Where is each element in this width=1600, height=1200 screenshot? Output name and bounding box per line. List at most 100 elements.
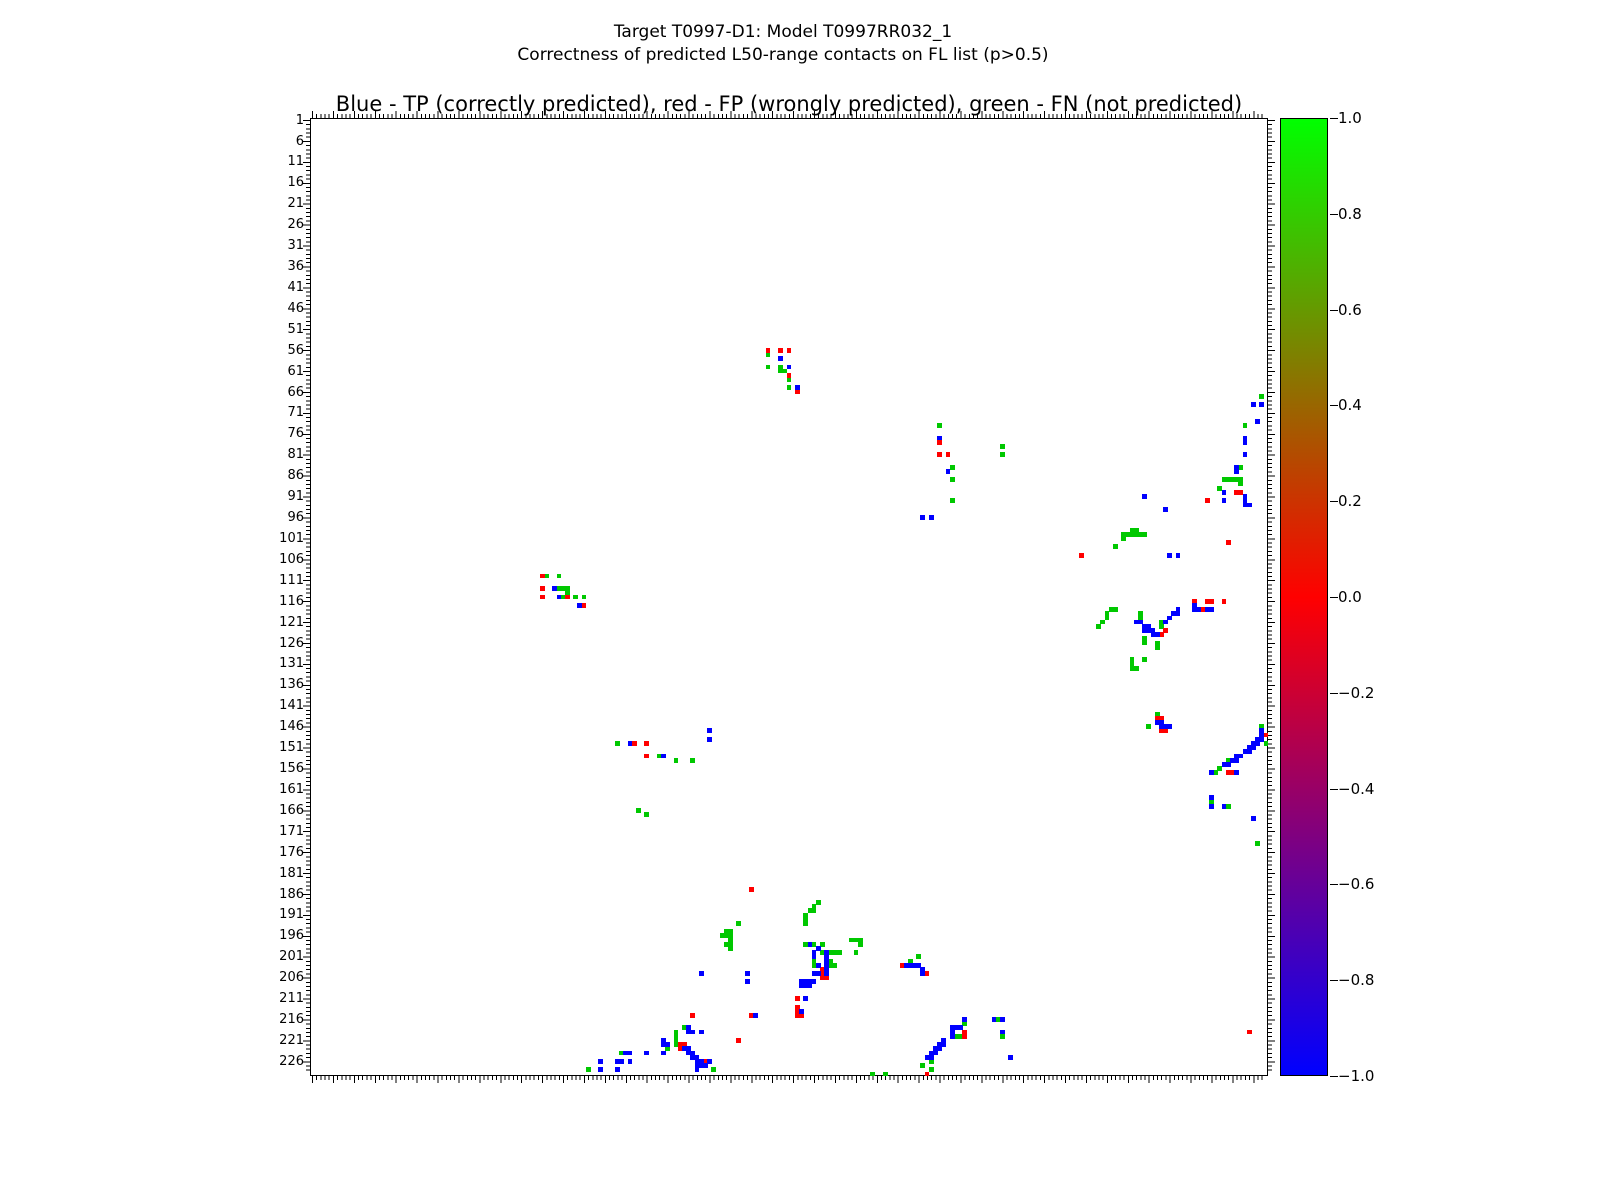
- y-tick-label: 116: [240, 594, 304, 609]
- y-tick-label: 201: [240, 949, 304, 964]
- contact-cell-tp: [941, 1042, 946, 1047]
- contact-cell-fn: [766, 352, 771, 357]
- colorbar-tick-label: 0.4: [1338, 396, 1362, 414]
- contact-cell-fn: [1142, 532, 1147, 537]
- contact-cell-tp: [1209, 770, 1214, 775]
- contact-cell-tp: [690, 1030, 695, 1035]
- contact-cell-tp: [1008, 1055, 1013, 1060]
- colorbar-tick-label: −0.4: [1338, 780, 1374, 798]
- contact-cell-fp: [632, 741, 637, 746]
- contact-cell-tp: [1155, 632, 1160, 637]
- contact-cell-tp: [745, 979, 750, 984]
- contact-cell-tp: [1222, 804, 1227, 809]
- contact-cell-fn: [1213, 770, 1218, 775]
- contact-cell-fn: [665, 1046, 670, 1051]
- contact-cell-fn: [929, 1067, 934, 1072]
- contact-cell-tp: [1255, 741, 1260, 746]
- contact-cell-tp: [1197, 607, 1202, 612]
- contact-cell-tp: [619, 1059, 624, 1064]
- contact-cell-fn: [787, 377, 792, 382]
- contact-cell-tp: [958, 1025, 963, 1030]
- colorbar-tick: [1330, 789, 1338, 790]
- contact-cell-tp: [1238, 754, 1243, 759]
- contact-cell-tp: [695, 1067, 700, 1072]
- contact-cell-tp: [803, 996, 808, 1001]
- contact-cell-tp: [1209, 795, 1214, 800]
- colorbar-tick-label: 0.6: [1338, 301, 1362, 319]
- contact-cell-fn: [644, 812, 649, 817]
- contact-cell-tp: [929, 1055, 934, 1060]
- contact-cell-tp: [808, 984, 813, 989]
- contact-cell-tp: [933, 1051, 938, 1056]
- contact-cell-tp: [787, 365, 792, 370]
- contact-cell-tp: [1167, 553, 1172, 558]
- y-tick-label: 131: [240, 656, 304, 671]
- contact-cell-fn: [1142, 657, 1147, 662]
- contact-cell-tp: [920, 971, 925, 976]
- contact-cell-fn: [711, 1067, 716, 1072]
- colorbar-tick: [1330, 501, 1338, 502]
- contact-cell-tp: [745, 971, 750, 976]
- contact-cell-fn: [1113, 607, 1118, 612]
- contact-map-plot-area: [310, 118, 1268, 1076]
- contact-cell-fp: [799, 1013, 804, 1018]
- contact-cell-fp: [644, 754, 649, 759]
- contact-cell-fn: [920, 1063, 925, 1068]
- contact-cell-fn: [1259, 394, 1264, 399]
- contact-cell-fp: [749, 887, 754, 892]
- tick-comb: [312, 111, 1267, 114]
- contact-cell-fn: [803, 921, 808, 926]
- contact-cell-fp: [644, 741, 649, 746]
- contact-cell-tp: [808, 942, 813, 947]
- y-tick-label: 76: [240, 426, 304, 441]
- contact-cell-tp: [665, 1042, 670, 1047]
- contact-cell-tp: [699, 1030, 704, 1035]
- contact-cell-fn: [1226, 804, 1231, 809]
- contact-cell-fn: [728, 946, 733, 951]
- contact-cell-fp: [1222, 599, 1227, 604]
- contact-cell-fp: [1159, 632, 1164, 637]
- contact-cell-tp: [1247, 749, 1252, 754]
- y-tick-label: 121: [240, 615, 304, 630]
- y-tick-label: 26: [240, 217, 304, 232]
- y-tick-label: 66: [240, 385, 304, 400]
- contact-cell-tp: [699, 971, 704, 976]
- y-tick-label: 196: [240, 928, 304, 943]
- contact-cell-fp: [778, 348, 783, 353]
- y-tick-label: 141: [240, 698, 304, 713]
- contact-cell-fn: [950, 477, 955, 482]
- contact-cell-fp: [565, 595, 570, 600]
- contact-cell-fn: [582, 595, 587, 600]
- y-tick-label: 146: [240, 719, 304, 734]
- contact-cell-tp: [1163, 620, 1168, 625]
- colorbar-tick: [1330, 884, 1338, 885]
- contact-cell-fn: [929, 1059, 934, 1064]
- colorbar-tick-label: 0.0: [1338, 588, 1362, 606]
- contact-cell-fp: [1226, 540, 1231, 545]
- colorbar-tick-label: −1.0: [1338, 1067, 1374, 1085]
- contact-cell-tp: [816, 963, 821, 968]
- contact-cell-tp: [1176, 607, 1181, 612]
- contact-cell-fn: [950, 465, 955, 470]
- contact-cell-tp: [598, 1059, 603, 1064]
- contact-cell-tp: [598, 1067, 603, 1072]
- contact-cell-fp: [795, 996, 800, 1001]
- contact-cell-fn: [833, 963, 838, 968]
- contact-cell-fn: [636, 808, 641, 813]
- y-tick-label: 96: [240, 510, 304, 525]
- contact-cell-tp: [557, 595, 562, 600]
- contact-cell-fn: [1146, 724, 1151, 729]
- contact-cell-fp: [736, 1038, 741, 1043]
- contact-cell-fn: [1217, 766, 1222, 771]
- y-tick-label: 71: [240, 405, 304, 420]
- contact-cell-tp: [1226, 762, 1231, 767]
- contact-cell-fn: [1000, 444, 1005, 449]
- contact-cell-fp: [540, 574, 545, 579]
- contact-cell-tp: [1243, 452, 1248, 457]
- contact-cell-fn: [1096, 624, 1101, 629]
- colorbar-tick-label: −0.6: [1338, 875, 1374, 893]
- contact-cell-fp: [582, 603, 587, 608]
- contact-cell-fn: [1100, 620, 1105, 625]
- contact-cell-fp: [1247, 1030, 1252, 1035]
- y-tick-label: 106: [240, 552, 304, 567]
